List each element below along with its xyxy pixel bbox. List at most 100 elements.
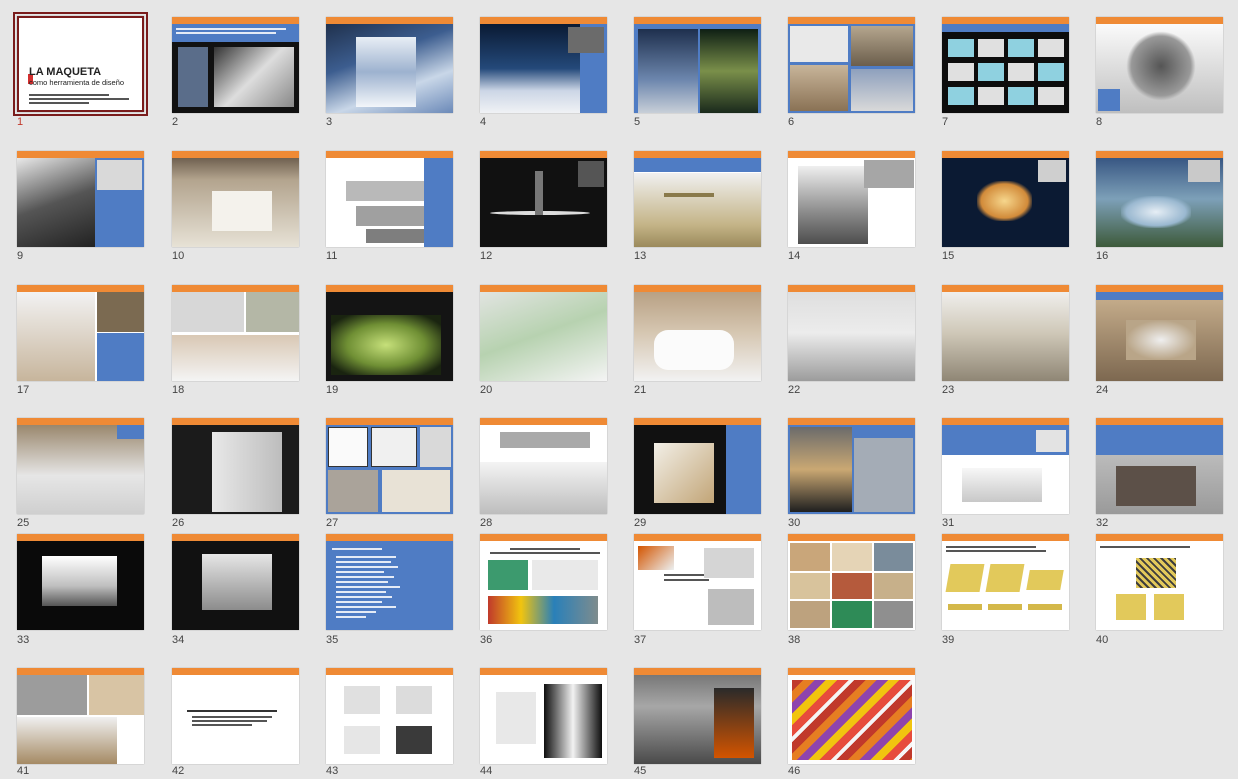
slide-header bbox=[942, 285, 1069, 292]
slide-thumbnail-16[interactable] bbox=[1096, 151, 1223, 247]
slide-header bbox=[1096, 151, 1223, 158]
slide-number: 29 bbox=[634, 517, 647, 529]
slide-number: 34 bbox=[172, 634, 185, 646]
slide-header bbox=[480, 151, 607, 158]
slide-header bbox=[942, 418, 1069, 425]
slide-thumbnail-44[interactable] bbox=[480, 668, 607, 764]
slide-thumbnail-22[interactable] bbox=[788, 285, 915, 381]
slide-number: 1 bbox=[17, 116, 24, 128]
slide-thumbnail-37[interactable] bbox=[634, 534, 761, 630]
slide-thumbnail-31[interactable] bbox=[942, 418, 1069, 514]
slide-header bbox=[480, 285, 607, 292]
slide-thumbnail-8[interactable] bbox=[1096, 17, 1223, 113]
slide-number: 43 bbox=[326, 765, 339, 777]
slide-thumbnail-25[interactable] bbox=[17, 418, 144, 514]
slide-thumbnail-11[interactable] bbox=[326, 151, 453, 247]
slide-header bbox=[172, 151, 299, 158]
slide-number: 36 bbox=[480, 634, 493, 646]
slide-thumbnail-29[interactable] bbox=[634, 418, 761, 514]
slide-header bbox=[480, 668, 607, 675]
slide-number: 45 bbox=[634, 765, 647, 777]
slide-thumbnail-5[interactable] bbox=[634, 17, 761, 113]
slide-thumbnail-17[interactable] bbox=[17, 285, 144, 381]
text-line bbox=[29, 98, 129, 100]
slide-number: 13 bbox=[634, 250, 647, 262]
slide-number: 12 bbox=[480, 250, 493, 262]
slide-thumbnail-9[interactable] bbox=[17, 151, 144, 247]
slide-header bbox=[326, 668, 453, 675]
slide-thumbnail-12[interactable] bbox=[480, 151, 607, 247]
slide-header bbox=[17, 151, 144, 158]
slide-number: 37 bbox=[634, 634, 647, 646]
slide-header bbox=[480, 17, 607, 24]
slide-thumbnail-14[interactable] bbox=[788, 151, 915, 247]
slide-thumbnail-13[interactable] bbox=[634, 151, 761, 247]
slide-header bbox=[634, 534, 761, 541]
slide-number: 42 bbox=[172, 765, 185, 777]
slide-number: 28 bbox=[480, 517, 493, 529]
slide-thumbnail-10[interactable] bbox=[172, 151, 299, 247]
slide-number: 33 bbox=[17, 634, 30, 646]
slide-thumbnail-20[interactable] bbox=[480, 285, 607, 381]
slide-thumbnail-4[interactable] bbox=[480, 17, 607, 113]
slide-thumbnail-21[interactable] bbox=[634, 285, 761, 381]
slide-thumbnail-41[interactable] bbox=[17, 668, 144, 764]
slide-number: 22 bbox=[788, 384, 801, 396]
slide-thumbnail-42[interactable] bbox=[172, 668, 299, 764]
slide-header bbox=[480, 418, 607, 425]
slide-thumbnail-30[interactable] bbox=[788, 418, 915, 514]
slide-thumbnail-27[interactable] bbox=[326, 418, 453, 514]
slide-number: 40 bbox=[1096, 634, 1109, 646]
slide-thumbnail-40[interactable] bbox=[1096, 534, 1223, 630]
slide-thumbnail-2[interactable] bbox=[172, 17, 299, 113]
slide-thumbnail-6[interactable] bbox=[788, 17, 915, 113]
slide-header bbox=[326, 151, 453, 158]
slide-thumbnail-32[interactable] bbox=[1096, 418, 1223, 514]
slide-thumbnail-24[interactable] bbox=[1096, 285, 1223, 381]
slide-thumbnail-46[interactable] bbox=[788, 668, 915, 764]
slide-1-subtitle: como herramienta de diseño bbox=[29, 78, 125, 87]
text-line bbox=[29, 102, 89, 104]
slide-number: 23 bbox=[942, 384, 955, 396]
slide-number: 38 bbox=[788, 634, 801, 646]
slide-header bbox=[17, 418, 144, 425]
slide-thumbnail-34[interactable] bbox=[172, 534, 299, 630]
slide-header bbox=[788, 151, 915, 158]
slide-thumbnail-35[interactable] bbox=[326, 534, 453, 630]
slide-number: 39 bbox=[942, 634, 955, 646]
slide-thumbnail-45[interactable] bbox=[634, 668, 761, 764]
slide-number: 17 bbox=[17, 384, 30, 396]
slide-header bbox=[326, 534, 453, 541]
slide-number: 18 bbox=[172, 384, 185, 396]
slide-number: 19 bbox=[326, 384, 339, 396]
slide-number: 11 bbox=[326, 250, 338, 262]
slide-thumbnail-15[interactable] bbox=[942, 151, 1069, 247]
slide-thumbnail-3[interactable] bbox=[326, 17, 453, 113]
slide-header bbox=[634, 668, 761, 675]
slide-thumbnail-26[interactable] bbox=[172, 418, 299, 514]
slide-number: 7 bbox=[942, 116, 949, 128]
slide-header bbox=[634, 151, 761, 158]
slide-header bbox=[942, 151, 1069, 158]
slide-thumbnail-36[interactable] bbox=[480, 534, 607, 630]
slide-thumbnail-43[interactable] bbox=[326, 668, 453, 764]
slide-thumbnail-38[interactable] bbox=[788, 534, 915, 630]
slide-thumbnail-33[interactable] bbox=[17, 534, 144, 630]
slide-header bbox=[17, 534, 144, 541]
slide-header bbox=[172, 668, 299, 675]
slide-thumbnail-23[interactable] bbox=[942, 285, 1069, 381]
slide-thumbnail-1[interactable]: LA MAQUETA como herramienta de diseño bbox=[13, 12, 148, 116]
slide-header bbox=[17, 668, 144, 675]
slide-thumbnail-7[interactable] bbox=[942, 17, 1069, 113]
slide-header bbox=[788, 668, 915, 675]
slide-number: 8 bbox=[1096, 116, 1103, 128]
slide-thumbnail-39[interactable] bbox=[942, 534, 1069, 630]
slide-thumbnail-28[interactable] bbox=[480, 418, 607, 514]
slide-number: 26 bbox=[172, 517, 185, 529]
slide-thumbnail-19[interactable] bbox=[326, 285, 453, 381]
slide-header bbox=[942, 534, 1069, 541]
slide-header bbox=[788, 534, 915, 541]
slide-header bbox=[326, 418, 453, 425]
slide-header bbox=[634, 17, 761, 24]
slide-thumbnail-18[interactable] bbox=[172, 285, 299, 381]
